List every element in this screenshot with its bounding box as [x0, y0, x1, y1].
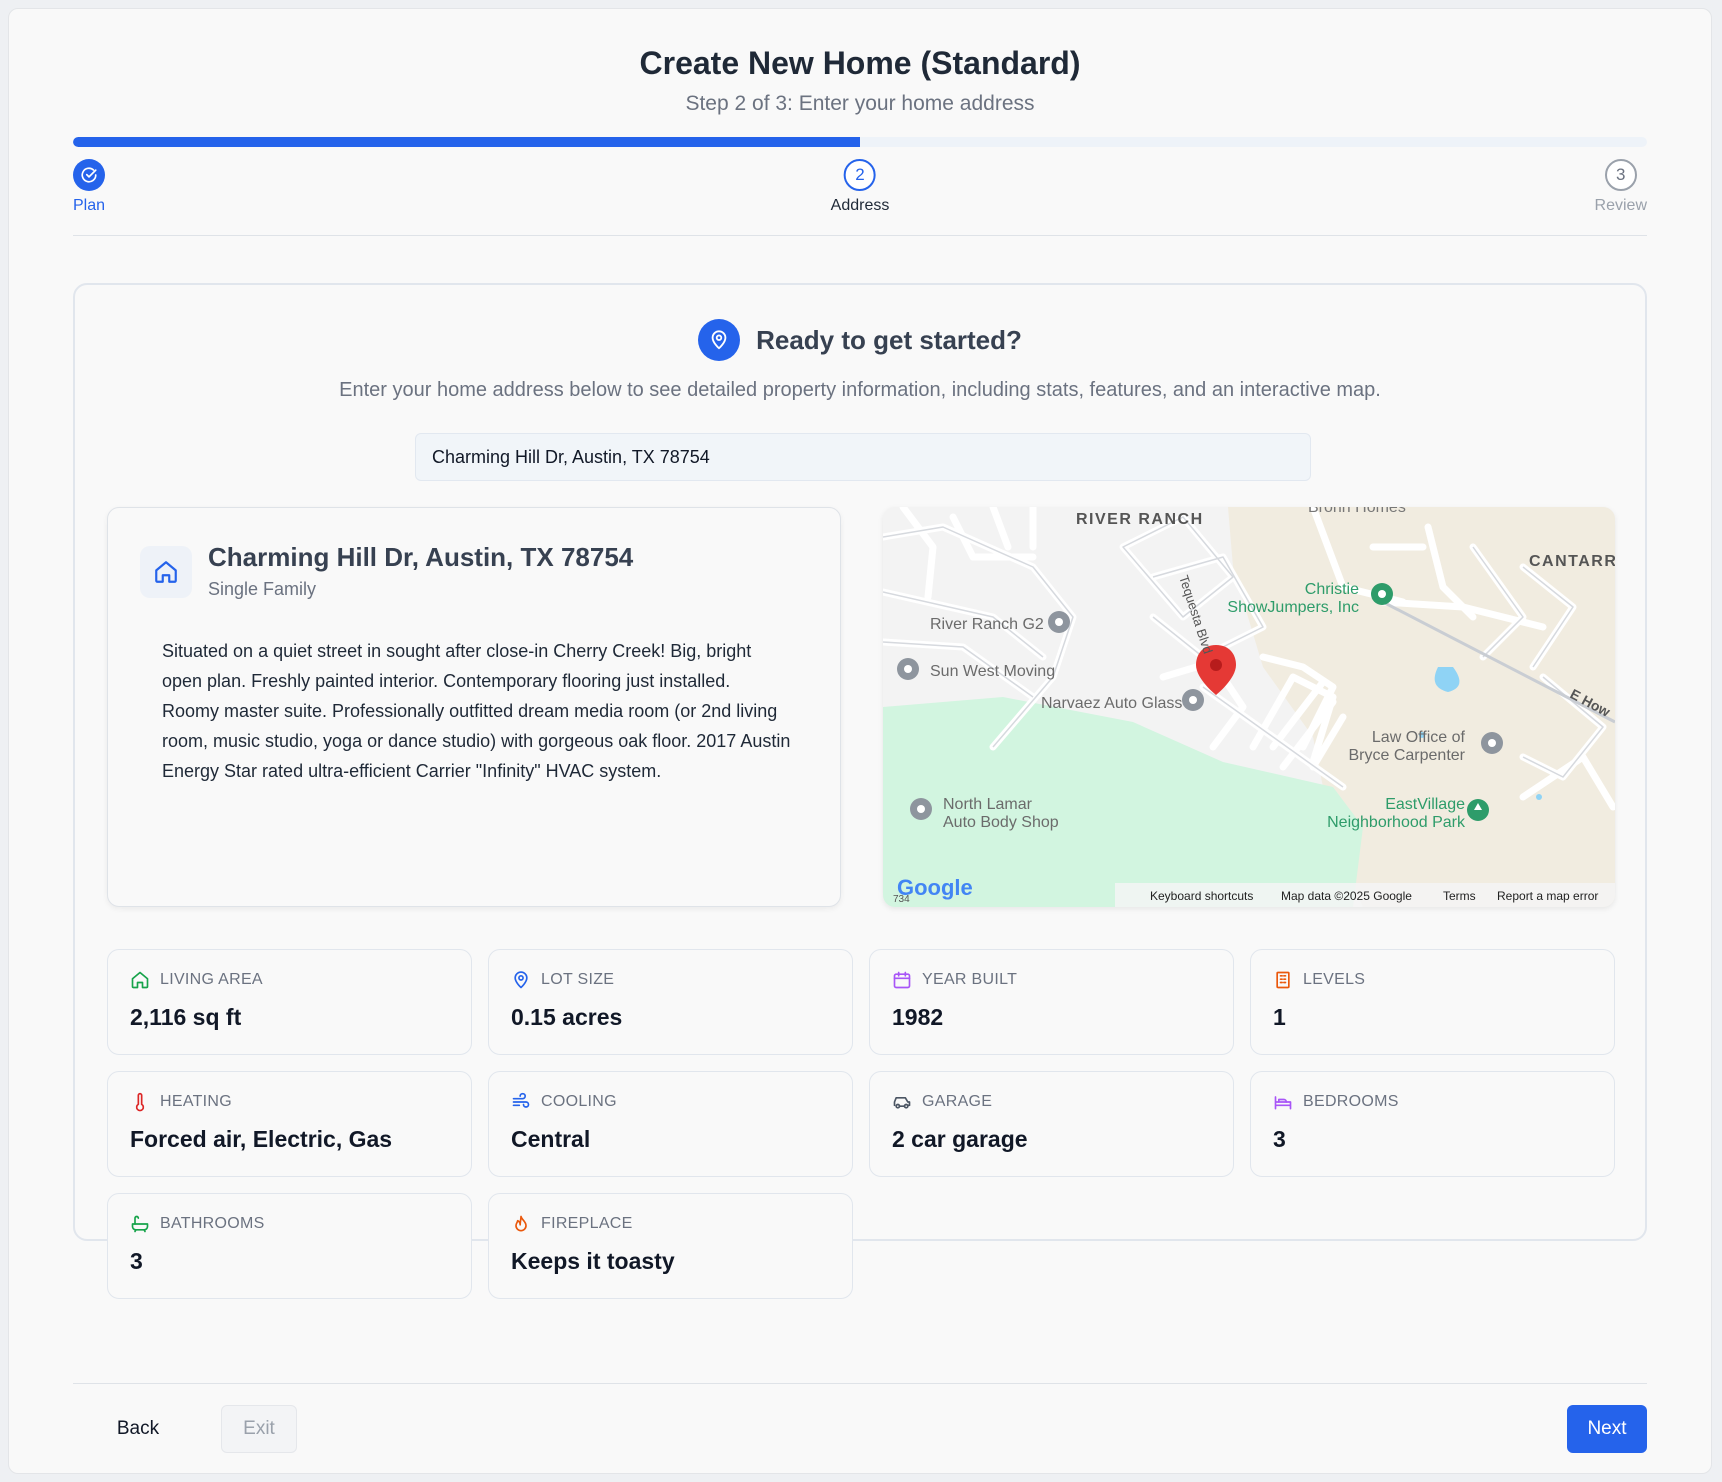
intro-description: Enter your home address below to see det… [339, 379, 1381, 401]
property-header: Charming Hill Dr, Austin, TX 78754 Singl… [140, 542, 633, 600]
map-label-business: ShowJumpers, Inc [1227, 599, 1359, 616]
stat-value: Forced air, Electric, Gas [130, 1126, 393, 1152]
stat-living-area: LIVING AREA 2,116 sq ft [107, 949, 472, 1055]
step-review[interactable]: 3 Review [1595, 159, 1647, 215]
footer-divider [73, 1383, 1647, 1384]
stat-lot-size: LOT SIZE 0.15 acres [488, 949, 853, 1055]
home-icon [155, 561, 177, 583]
stat-year-built: YEAR BUILT 1982 [869, 949, 1234, 1055]
map-label-business: Bryce Carpenter [1349, 747, 1466, 764]
building-icon [1276, 971, 1290, 989]
stat-value: 2,116 sq ft [130, 1004, 242, 1030]
wizard-content: Create New Home (Standard) Step 2 of 3: … [73, 9, 1647, 1473]
stat-label: LOT SIZE [541, 971, 615, 988]
stat-fireplace: FIREPLACE Keeps it toasty [488, 1193, 853, 1299]
map-label-business: Narvaez Auto Glass [1041, 695, 1182, 712]
interactive-map[interactable]: RIVER RANCH CANTARR Brohn Homes Tequesta… [883, 507, 1615, 907]
stat-value: 3 [130, 1248, 143, 1274]
stat-value: 1 [1273, 1004, 1286, 1030]
home-icon [131, 971, 149, 989]
map-label-business: Auto Body Shop [943, 814, 1059, 831]
stat-label: COOLING [541, 1093, 617, 1110]
stat-cooling: COOLING Central [488, 1071, 853, 1177]
stat-value: Keeps it toasty [511, 1248, 675, 1274]
calendar-icon [893, 971, 911, 989]
property-type: Single Family [208, 579, 317, 599]
stepper: Plan 2 Address 3 Review [73, 159, 1647, 219]
stat-label: GARAGE [922, 1093, 993, 1110]
stat-levels: LEVELS 1 [1250, 949, 1615, 1055]
stat-label: LIVING AREA [160, 971, 263, 988]
step-address-label: Address [830, 197, 890, 214]
step-review-indicator: 3 [1604, 159, 1637, 191]
intro-title: Ready to get started? [756, 324, 1022, 355]
stat-value: 2 car garage [892, 1126, 1028, 1152]
property-description: Situated on a quiet street in sought aft… [162, 641, 791, 781]
bath-icon [131, 1215, 149, 1233]
thermometer-icon [135, 1092, 145, 1112]
map-label-business: Law Office of [1372, 729, 1466, 746]
map-label-business: North Lamar [943, 796, 1033, 813]
progress-bar [73, 137, 1647, 147]
stat-label: YEAR BUILT [922, 971, 1018, 988]
address-input[interactable] [415, 433, 1311, 481]
map-label-park: EastVillage [1385, 796, 1465, 813]
flame-icon [515, 1215, 527, 1232]
step-address[interactable]: 2 Address [830, 159, 890, 215]
wizard-window: Create New Home (Standard) Step 2 of 3: … [8, 8, 1712, 1474]
property-stats-grid: LIVING AREA 2,116 sq ft LOT SIZE 0.15 ac… [107, 949, 1615, 1299]
map-label-business: Sun West Moving [930, 663, 1055, 680]
progress-bar-fill [73, 137, 860, 147]
stat-value: 1982 [892, 1004, 944, 1030]
wind-icon [512, 1092, 530, 1108]
bed-icon [1274, 1096, 1292, 1110]
stat-label: LEVELS [1303, 971, 1366, 988]
stat-value: Central [511, 1126, 591, 1152]
property-icon-badge [140, 546, 192, 598]
map-canvas[interactable]: RIVER RANCH CANTARR Brohn Homes Tequesta… [883, 507, 1615, 907]
map-pin-icon [514, 971, 528, 989]
map-terms-link[interactable]: Terms [1443, 889, 1476, 903]
next-button[interactable]: Next [1567, 1405, 1647, 1453]
intro-heading: Ready to get started? [75, 319, 1645, 361]
stat-label: BATHROOMS [160, 1215, 265, 1232]
map-label-business: Brohn Homes [1308, 507, 1406, 516]
google-logo: Google [897, 875, 973, 900]
stat-value: 3 [1273, 1126, 1286, 1152]
address-panel: Ready to get started? Enter your home ad… [73, 283, 1647, 1299]
map-data-attribution: Map data ©2025 Google [1281, 889, 1412, 903]
map-label-business: River Ranch G2 [930, 616, 1044, 633]
step-plan[interactable]: Plan [73, 159, 105, 215]
step-plan-label: Plan [73, 197, 106, 214]
stat-value: 0.15 acres [511, 1004, 623, 1030]
exit-button[interactable]: Exit [221, 1405, 297, 1453]
intro-icon-badge [698, 319, 741, 361]
map-report-error-link[interactable]: Report a map error [1497, 889, 1598, 903]
car-icon [893, 1097, 911, 1109]
property-card: Charming Hill Dr, Austin, TX 78754 Singl… [107, 507, 841, 907]
map-label-area: RIVER RANCH [1076, 511, 1204, 528]
page-title: Create New Home (Standard) [639, 45, 1081, 81]
map-keyboard-shortcuts-link[interactable]: Keyboard shortcuts [1150, 889, 1253, 903]
stat-label: BEDROOMS [1303, 1093, 1399, 1110]
stat-label: HEATING [160, 1093, 233, 1110]
stat-garage: GARAGE 2 car garage [869, 1071, 1234, 1177]
stat-heating: HEATING Forced air, Electric, Gas [107, 1071, 472, 1177]
step-review-label: Review [1594, 197, 1647, 214]
page-subtitle: Step 2 of 3: Enter your home address [685, 92, 1035, 115]
map-label-area: CANTARR [1529, 553, 1615, 570]
back-button[interactable]: Back [73, 1405, 203, 1453]
header-divider [73, 235, 1647, 236]
step-plan-indicator [73, 159, 106, 191]
stat-bedrooms: BEDROOMS 3 [1250, 1071, 1615, 1177]
property-address: Charming Hill Dr, Austin, TX 78754 [208, 542, 634, 572]
map-label-park: Neighborhood Park [1327, 814, 1466, 831]
map-label-business: Christie [1305, 581, 1359, 598]
stat-bathrooms: BATHROOMS 3 [107, 1193, 472, 1299]
step-address-indicator: 2 [843, 159, 876, 191]
map-pin-icon [711, 330, 727, 350]
check-circle-icon [81, 167, 97, 183]
stat-label: FIREPLACE [541, 1215, 633, 1232]
